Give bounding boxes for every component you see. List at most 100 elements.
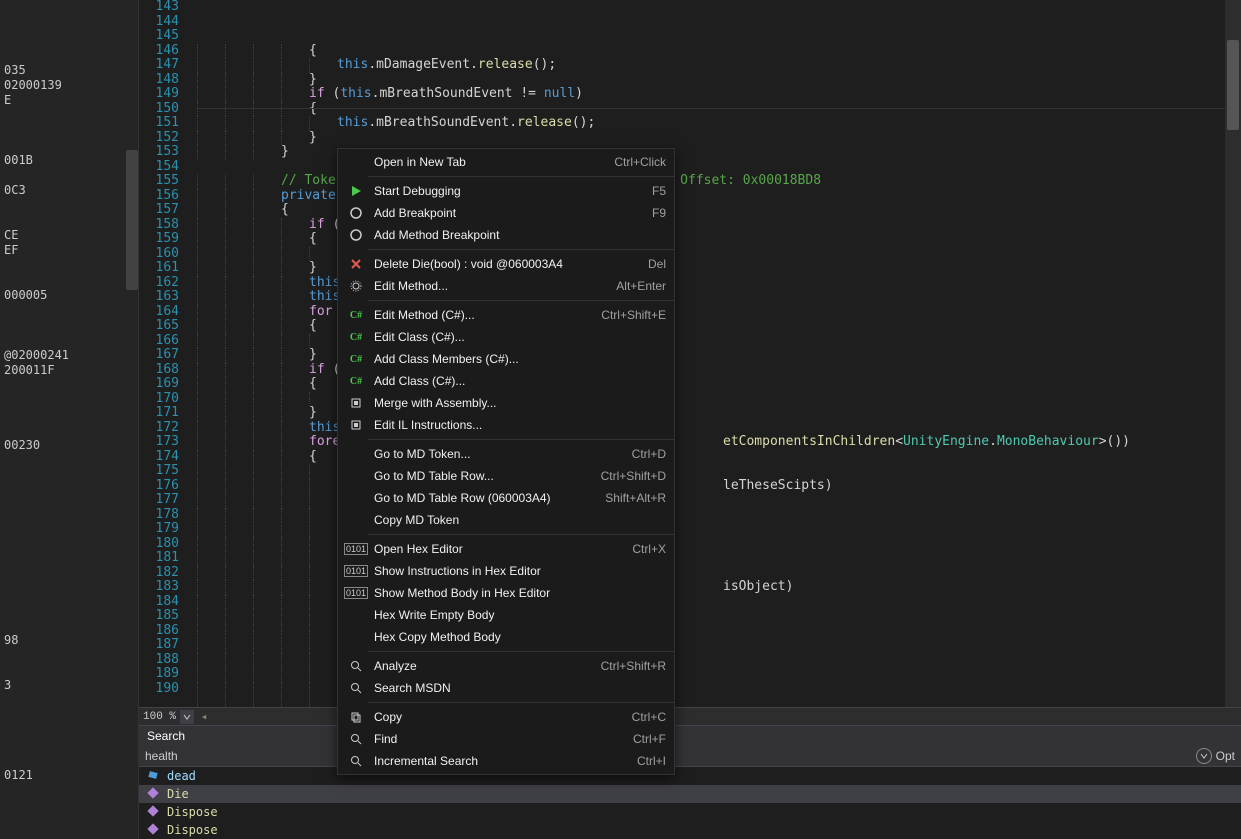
tree-item[interactable]	[0, 512, 138, 527]
editor-vertical-scrollbar[interactable]	[1225, 0, 1241, 707]
sidebar-scrollbar[interactable]	[126, 150, 138, 290]
tree-item[interactable]	[0, 527, 138, 542]
menu-item[interactable]: Hex Copy Method Body	[338, 626, 674, 648]
tree-item[interactable]	[0, 707, 138, 722]
tree-item[interactable]	[0, 32, 138, 47]
tree-item[interactable]	[0, 332, 138, 347]
menu-item[interactable]: Start DebuggingF5	[338, 180, 674, 202]
tree-item[interactable]	[0, 2, 138, 17]
code-line[interactable]: }	[197, 131, 1225, 146]
menu-item[interactable]: C#Edit Class (C#)...	[338, 326, 674, 348]
tree-item[interactable]	[0, 167, 138, 182]
tree-item[interactable]	[0, 407, 138, 422]
line-number: 175	[139, 464, 179, 479]
tree-item[interactable]: 035	[0, 62, 138, 77]
menu-item[interactable]: 0101Open Hex EditorCtrl+X	[338, 538, 674, 560]
tree-item[interactable]	[0, 257, 138, 272]
menu-item[interactable]: Open in New TabCtrl+Click	[338, 151, 674, 173]
menu-item[interactable]: C#Add Class (C#)...	[338, 370, 674, 392]
tree-item[interactable]	[0, 722, 138, 737]
menu-item[interactable]: CopyCtrl+C	[338, 706, 674, 728]
tree-item[interactable]	[0, 272, 138, 287]
tree-item[interactable]: 00230	[0, 437, 138, 452]
tree-item[interactable]: E	[0, 92, 138, 107]
tree-item[interactable]	[0, 692, 138, 707]
tree-item[interactable]: @02000241	[0, 347, 138, 362]
menu-item[interactable]: Add Method Breakpoint	[338, 224, 674, 246]
tree-item[interactable]	[0, 482, 138, 497]
menu-item[interactable]: Incremental SearchCtrl+I	[338, 750, 674, 772]
menu-item[interactable]: Go to MD Token...Ctrl+D	[338, 443, 674, 465]
menu-item[interactable]: Go to MD Table Row (060003A4)Shift+Alt+R	[338, 487, 674, 509]
assembly-explorer-panel[interactable]: 03502000139E 001B 0C3 CEEF 000005 @020002412…	[0, 0, 139, 839]
scroll-left-icon[interactable]: ◂	[198, 711, 210, 723]
context-menu[interactable]: Open in New TabCtrl+Click Start Debugging…	[337, 148, 675, 775]
menu-item[interactable]: 0101Show Instructions in Hex Editor	[338, 560, 674, 582]
tree-item[interactable]	[0, 137, 138, 152]
zoom-level[interactable]: 100 %	[143, 711, 176, 723]
menu-item[interactable]: Go to MD Table Row...Ctrl+Shift+D	[338, 465, 674, 487]
menu-item[interactable]: Merge with Assembly...	[338, 392, 674, 414]
tree-item[interactable]	[0, 572, 138, 587]
menu-item[interactable]: 0101Show Method Body in Hex Editor	[338, 582, 674, 604]
tree-item[interactable]	[0, 617, 138, 632]
tree-item[interactable]	[0, 392, 138, 407]
code-line[interactable]: {	[197, 44, 1225, 59]
tree-item[interactable]	[0, 212, 138, 227]
tree-item[interactable]	[0, 17, 138, 32]
tree-item[interactable]	[0, 467, 138, 482]
search-options-button[interactable]: Opt	[1196, 748, 1235, 764]
tree-item[interactable]: EF	[0, 242, 138, 257]
code-line[interactable]: if (this.mBreathSoundEvent != null)	[197, 87, 1225, 102]
search-result-row[interactable]: Dispose	[139, 821, 1241, 839]
tree-item[interactable]: CE	[0, 227, 138, 242]
scrollbar-thumb[interactable]	[1227, 40, 1239, 130]
tree-item[interactable]	[0, 197, 138, 212]
code-line[interactable]: this.mBreathSoundEvent.release();	[197, 116, 1225, 131]
tree-item[interactable]	[0, 122, 138, 137]
tree-item[interactable]	[0, 317, 138, 332]
menu-item[interactable]: C#Add Class Members (C#)...	[338, 348, 674, 370]
tree-item[interactable]	[0, 542, 138, 557]
search-result-row[interactable]: Die	[139, 785, 1241, 803]
code-line[interactable]: }	[197, 73, 1225, 88]
tree-item[interactable]	[0, 47, 138, 62]
tree-item[interactable]	[0, 422, 138, 437]
tree-item[interactable]	[0, 647, 138, 662]
zoom-dropdown-icon[interactable]	[180, 710, 194, 724]
menu-item[interactable]: Edit Method...Alt+Enter	[338, 275, 674, 297]
tree-item[interactable]: 0C3	[0, 182, 138, 197]
menu-separator	[368, 176, 674, 177]
code-editor[interactable]: 1431441451461471481491501511521531541551…	[139, 0, 1241, 707]
tree-item[interactable]	[0, 452, 138, 467]
tree-item[interactable]: 200011F	[0, 362, 138, 377]
menu-item[interactable]: Copy MD Token	[338, 509, 674, 531]
tree-item[interactable]: 000005	[0, 287, 138, 302]
tree-item[interactable]: 001B	[0, 152, 138, 167]
menu-item[interactable]: Hex Write Empty Body	[338, 604, 674, 626]
tree-item[interactable]	[0, 737, 138, 752]
tree-item[interactable]	[0, 302, 138, 317]
tree-item[interactable]	[0, 107, 138, 122]
menu-item[interactable]: FindCtrl+F	[338, 728, 674, 750]
tree-item[interactable]: 98	[0, 632, 138, 647]
tree-item[interactable]	[0, 377, 138, 392]
menu-item[interactable]: Edit IL Instructions...	[338, 414, 674, 436]
tree-item[interactable]: 3	[0, 677, 138, 692]
tree-item[interactable]	[0, 497, 138, 512]
menu-item[interactable]: AnalyzeCtrl+Shift+R	[338, 655, 674, 677]
tree-item[interactable]: 02000139	[0, 77, 138, 92]
tree-item[interactable]	[0, 602, 138, 617]
tree-item[interactable]	[0, 662, 138, 677]
menu-item[interactable]: Delete Die(bool) : void @060003A4Del	[338, 253, 674, 275]
code-line[interactable]: this.mDamageEvent.release();	[197, 58, 1225, 73]
menu-item[interactable]: C#Edit Method (C#)...Ctrl+Shift+E	[338, 304, 674, 326]
search-result-row[interactable]: Dispose	[139, 803, 1241, 821]
tree-item[interactable]	[0, 557, 138, 572]
tree-item[interactable]: 0121	[0, 767, 138, 782]
menu-item[interactable]: Search MSDN	[338, 677, 674, 699]
menu-item[interactable]: Add BreakpointF9	[338, 202, 674, 224]
tree-item[interactable]	[0, 752, 138, 767]
tree-item[interactable]	[0, 587, 138, 602]
search-result-row[interactable]: dead	[139, 767, 1241, 785]
